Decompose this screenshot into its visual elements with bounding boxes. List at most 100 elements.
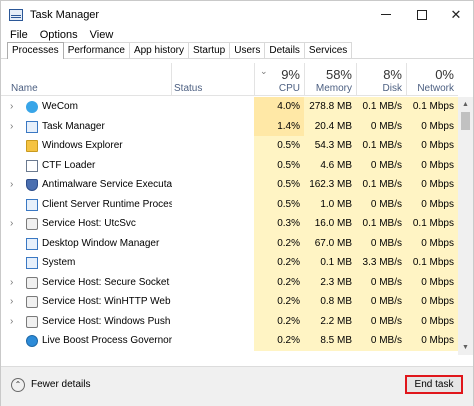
memory-value: 278.8 MB — [304, 97, 356, 117]
task-manager-window: Task Manager ✕ File Options View Process… — [0, 0, 474, 406]
process-row[interactable]: Desktop Window Manager 0.2% 67.0 MB 0 MB/s 0… — [1, 233, 458, 254]
menu-view[interactable]: View — [84, 28, 120, 42]
cpu-value: 4.0% — [254, 97, 304, 117]
process-name: WeCom — [42, 101, 78, 112]
memory-value: 8.5 MB — [304, 331, 356, 351]
disk-label: Disk — [382, 83, 402, 94]
maximize-button[interactable] — [405, 1, 439, 28]
network-value: 0 Mbps — [406, 136, 458, 156]
sort-down-icon: ⌄ — [260, 66, 268, 76]
column-header-network[interactable]: 0% Network — [406, 63, 458, 96]
scroll-up-icon[interactable]: ▲ — [458, 97, 473, 112]
window-icon — [26, 237, 38, 250]
process-name: CTF Loader — [42, 159, 96, 171]
column-header-cpu[interactable]: ⌄ 9% CPU — [254, 63, 304, 96]
process-row[interactable]: Live Boost Process Governor 0.2% 8.5 MB 0 M… — [1, 331, 458, 351]
process-row[interactable]: Windows Explorer 0.5% 54.3 MB 0.1 MB/s 0 Mbp… — [1, 136, 458, 156]
disk-value: 0 MB/s — [356, 311, 406, 331]
disk-value: 0 MB/s — [356, 292, 406, 312]
column-divider[interactable] — [171, 63, 172, 96]
window-icon — [26, 198, 38, 211]
menu-file[interactable]: File — [1, 28, 34, 42]
chevron-up-icon[interactable]: ⌃ — [11, 378, 25, 392]
expand-chevron-icon[interactable]: › — [10, 273, 18, 293]
tab-details[interactable]: Details — [264, 42, 305, 58]
memory-value: 54.3 MB — [304, 136, 356, 156]
network-label: Network — [417, 83, 454, 94]
network-value: 0.1 Mbps — [406, 97, 458, 117]
process-row[interactable]: Client Server Runtime Process 0.5% 1.0 MB 0… — [1, 194, 458, 214]
gear-icon — [26, 218, 38, 230]
disk-value: 0.1 MB/s — [356, 214, 406, 234]
expand-chevron-icon[interactable]: › — [10, 175, 18, 195]
document-icon — [26, 159, 38, 172]
disk-total: 8% — [383, 67, 402, 82]
process-row[interactable]: › Antimalware Service Executable 0.5% 162.3… — [1, 175, 458, 195]
fewer-details-link[interactable]: Fewer details — [31, 379, 90, 390]
expand-chevron-icon[interactable]: › — [10, 312, 18, 332]
window-icon — [26, 257, 38, 269]
network-value: 0.1 Mbps — [406, 253, 458, 273]
column-header-disk[interactable]: 8% Disk — [356, 63, 406, 96]
scrollbar-thumb[interactable] — [461, 112, 470, 130]
process-name: System — [42, 257, 76, 268]
cpu-value: 0.2% — [254, 311, 304, 331]
process-row[interactable]: › Service Host: UtcSvc 0.3% 16.0 MB 0.1 MB/s… — [1, 214, 458, 234]
process-row[interactable]: › Service Host: WinHTTP Web Pro... 0.2%0.8… — [1, 292, 458, 312]
gear-icon — [26, 315, 38, 328]
expand-chevron-icon[interactable]: › — [10, 97, 18, 117]
expand-chevron-icon[interactable]: › — [10, 117, 18, 137]
folder-icon — [26, 140, 38, 152]
cpu-value: 0.2% — [254, 253, 304, 273]
tab-users[interactable]: Users — [229, 42, 266, 58]
menu-options[interactable]: Options — [34, 28, 84, 42]
process-row[interactable]: › WeCom 4.0% 278.8 MB 0.1 MB/s 0.1 Mbps — [1, 97, 458, 117]
tab-app-history[interactable]: App history — [128, 42, 189, 58]
process-name: Service Host: WinHTTP Web Pro... — [42, 296, 172, 307]
column-header-memory[interactable]: 58% Memory — [304, 63, 356, 96]
memory-label: Memory — [315, 83, 352, 94]
expand-placeholder — [10, 331, 18, 351]
vertical-scrollbar[interactable]: ▲ ▼ — [458, 97, 473, 355]
end-task-button[interactable]: End task — [405, 375, 463, 394]
scroll-down-icon[interactable]: ▼ — [458, 340, 473, 355]
disk-value: 0.1 MB/s — [356, 175, 406, 195]
expand-chevron-icon[interactable]: › — [10, 214, 18, 234]
minimize-icon — [381, 14, 391, 15]
close-button[interactable]: ✕ — [439, 1, 473, 28]
process-row[interactable]: › Task Manager 1.4% 20.4 MB 0 MB/s 0 Mbps — [1, 116, 458, 137]
network-value: 0 Mbps — [406, 155, 458, 175]
process-name: Service Host: UtcSvc — [42, 218, 136, 229]
memory-value: 2.2 MB — [304, 311, 356, 331]
expand-placeholder — [10, 234, 18, 254]
tab-performance[interactable]: Performance — [62, 42, 130, 58]
process-row[interactable]: System 0.2% 0.1 MB 3.3 MB/s 0.1 Mbps — [1, 253, 458, 273]
memory-value: 4.6 MB — [304, 155, 356, 175]
network-value: 0 Mbps — [406, 233, 458, 253]
process-name: Desktop Window Manager — [42, 237, 160, 249]
minimize-button[interactable] — [369, 1, 403, 28]
close-icon: ✕ — [450, 6, 462, 22]
globe-icon — [26, 335, 38, 347]
disk-value: 0.1 MB/s — [356, 136, 406, 156]
cpu-value: 0.2% — [254, 233, 304, 253]
cpu-value: 0.5% — [254, 175, 304, 195]
memory-total: 58% — [325, 67, 352, 82]
tab-startup[interactable]: Startup — [187, 42, 231, 58]
process-name: Antimalware Service Executable — [42, 179, 172, 190]
cpu-value: 1.4% — [254, 116, 304, 136]
process-row[interactable]: › Service Host: Windows Push No... 0.2%2.2… — [1, 311, 458, 332]
cpu-value: 0.3% — [254, 214, 304, 234]
disk-value: 0 MB/s — [356, 116, 406, 136]
tab-services[interactable]: Services — [303, 42, 353, 58]
expand-chevron-icon[interactable]: › — [10, 292, 18, 312]
process-row[interactable]: CTF Loader 0.5% 4.6 MB 0 MB/s 0 Mbps — [1, 155, 458, 175]
network-value: 0 Mbps — [406, 116, 458, 136]
process-row[interactable]: › Service Host: Secure Socket Tun... 0.2%2… — [1, 272, 458, 293]
network-value: 0 Mbps — [406, 194, 458, 214]
maximize-icon — [417, 9, 427, 20]
task-manager-icon — [26, 120, 38, 133]
network-value: 0.1 Mbps — [406, 214, 458, 234]
tab-processes[interactable]: Processes — [7, 42, 64, 59]
cpu-value: 0.2% — [254, 331, 304, 351]
